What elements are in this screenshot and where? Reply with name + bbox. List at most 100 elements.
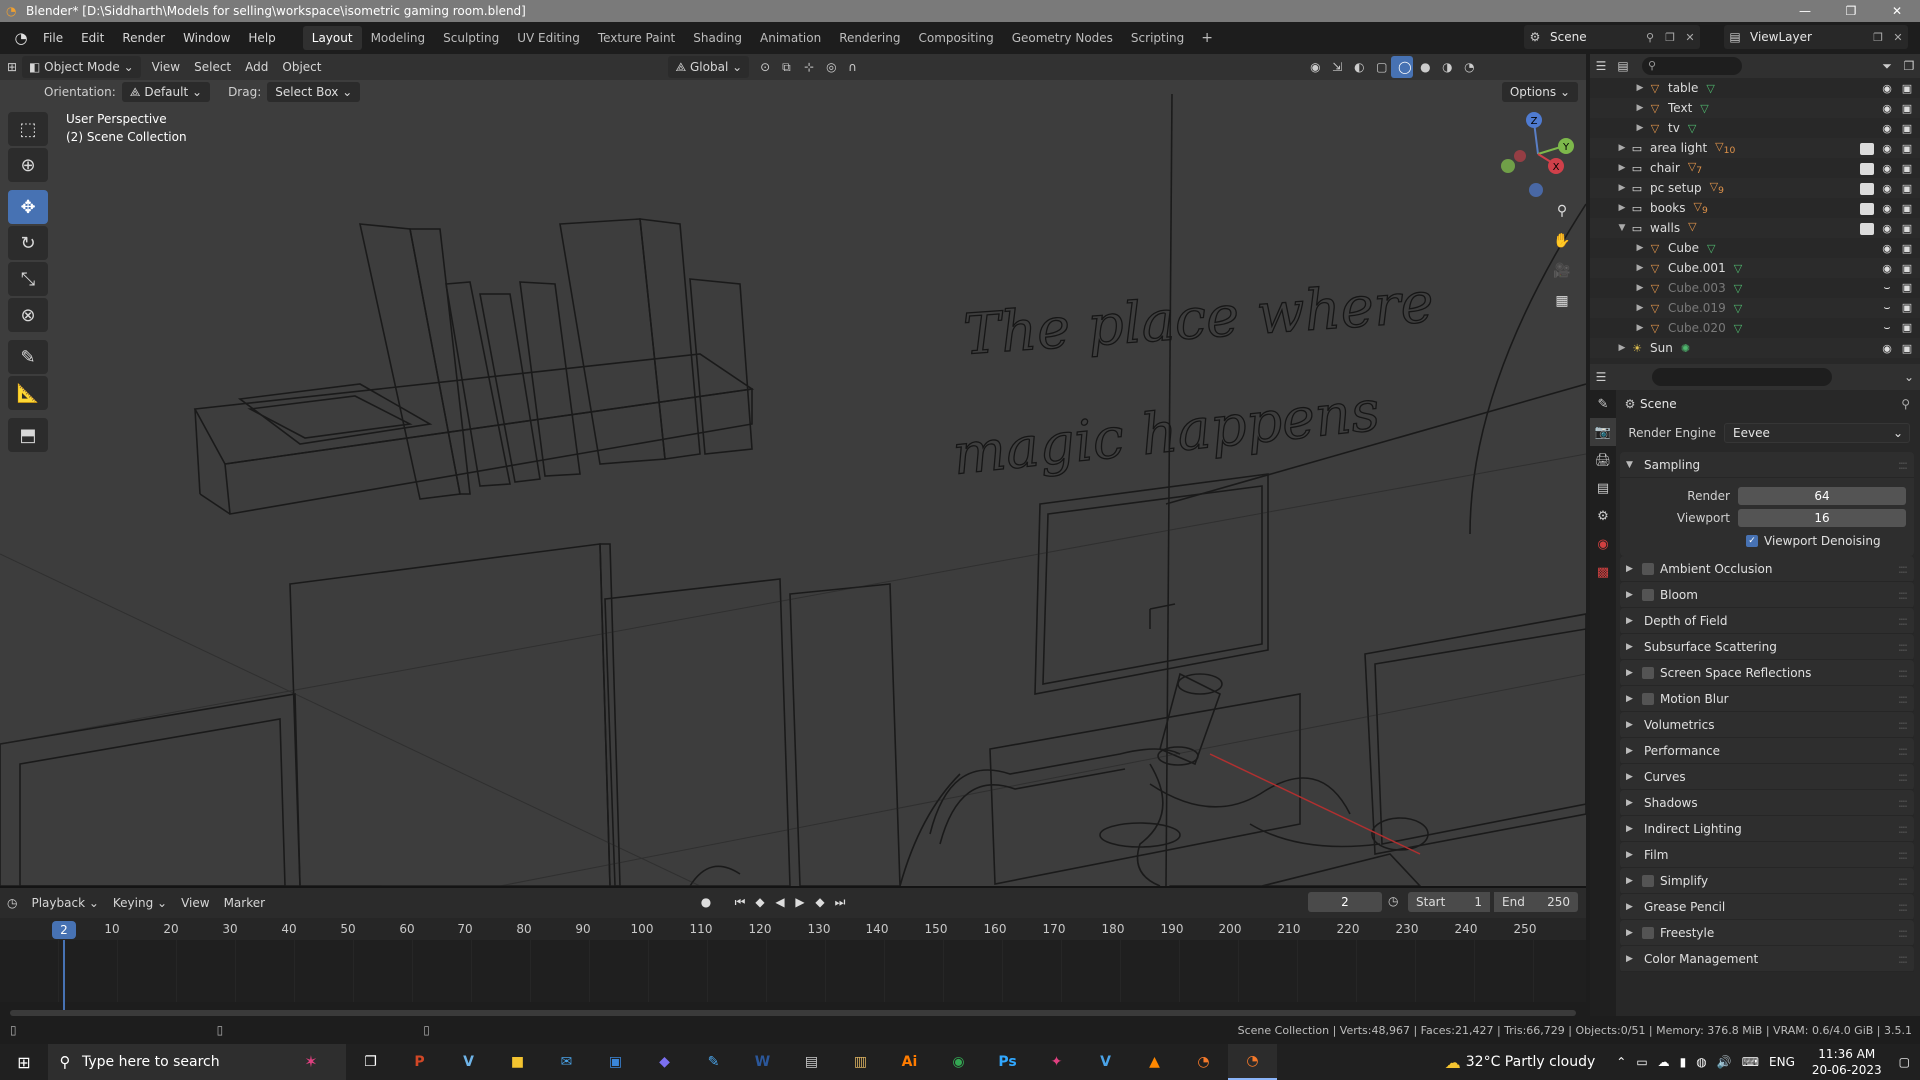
- powerpoint-icon[interactable]: P: [395, 1044, 444, 1080]
- render-tab-icon[interactable]: 📷: [1590, 418, 1616, 446]
- render-camera-icon[interactable]: ▣: [1900, 321, 1914, 335]
- menu-marker[interactable]: Marker: [217, 896, 272, 910]
- tab-geometry-nodes[interactable]: Geometry Nodes: [1003, 26, 1122, 50]
- render-camera-icon[interactable]: ▣: [1900, 142, 1914, 155]
- exclude-checkbox[interactable]: ✓: [1860, 182, 1874, 195]
- expand-arrow-icon[interactable]: ▶: [1634, 243, 1646, 253]
- orientation-dropdown[interactable]: ⟁ Default ⌄: [121, 82, 211, 102]
- properties-options-icon[interactable]: ⌄: [1898, 370, 1920, 384]
- media-icon[interactable]: ◆: [640, 1044, 689, 1080]
- outliner-row-sun[interactable]: ▶ ☀ Sun ✺ ◉ ▣: [1590, 338, 1920, 358]
- delete-viewlayer-icon[interactable]: ✕: [1888, 31, 1908, 44]
- annotate-tool-icon[interactable]: ✎: [8, 340, 48, 374]
- eye-icon[interactable]: ◉: [1880, 202, 1894, 215]
- snap-target-icon[interactable]: ⊹: [797, 56, 819, 78]
- expand-arrow-icon[interactable]: ▶: [1616, 343, 1628, 353]
- expand-arrow-icon[interactable]: ▶: [1634, 123, 1646, 133]
- rendered-shading-icon[interactable]: ◔: [1457, 56, 1479, 78]
- outliner-row-table[interactable]: ▶ ▽ table ▽ ◉ ▣: [1590, 78, 1920, 98]
- render-camera-icon[interactable]: ▣: [1900, 102, 1914, 115]
- panel-header[interactable]: ▶ Simplify::::: [1620, 868, 1914, 894]
- outliner-item-name[interactable]: Cube.020: [1668, 321, 1726, 335]
- battery-icon[interactable]: ▮: [1680, 1055, 1687, 1069]
- expand-arrow-icon[interactable]: ▶: [1634, 83, 1646, 93]
- outliner-row-text[interactable]: ▶ ▽ Text ▽ ◉ ▣: [1590, 98, 1920, 118]
- timeline-track-area[interactable]: [0, 940, 1586, 1002]
- render-camera-icon[interactable]: ▣: [1900, 182, 1914, 195]
- drag-grip-icon[interactable]: ::::: [1898, 848, 1908, 862]
- scene-selector[interactable]: ⚙ Scene ⚲ ❐ ✕: [1524, 25, 1700, 49]
- navigation-gizmo[interactable]: Z Y X: [1498, 108, 1578, 198]
- gizmo-neg-x[interactable]: [1514, 150, 1526, 162]
- outliner-row-cube-001[interactable]: ▶ ▽ Cube.001 ▽ ◉ ▣: [1590, 258, 1920, 278]
- rotate-tool-icon[interactable]: ↻: [8, 226, 48, 260]
- proportional-edit-icon[interactable]: ◎: [819, 56, 841, 78]
- drag-grip-icon[interactable]: ::::: [1898, 640, 1908, 654]
- eye-icon[interactable]: ◉: [1880, 82, 1894, 95]
- measure-tool-icon[interactable]: 📐: [8, 376, 48, 410]
- viewlayer-selector[interactable]: ▤ ViewLayer ❐ ✕: [1724, 25, 1908, 49]
- chevron-up-icon[interactable]: ⌃: [1616, 1055, 1626, 1069]
- eye-icon[interactable]: ◉: [1880, 122, 1894, 135]
- ortho-grid-icon[interactable]: ▦: [1546, 286, 1578, 316]
- current-frame-field[interactable]: 2: [1308, 892, 1382, 912]
- properties-search[interactable]: [1652, 368, 1832, 386]
- select-box-tool-icon[interactable]: ⬚: [8, 112, 48, 146]
- tab-shading[interactable]: Shading: [684, 26, 751, 50]
- panel-header[interactable]: ▶ Ambient Occlusion::::: [1620, 556, 1914, 582]
- start-frame-field[interactable]: Start 1: [1408, 892, 1490, 912]
- drag-grip-icon[interactable]: ::::: [1898, 562, 1908, 576]
- drag-grip-icon[interactable]: ::::: [1898, 900, 1908, 914]
- panel-enable-checkbox[interactable]: [1642, 588, 1654, 601]
- outliner-item-name[interactable]: Cube: [1668, 241, 1699, 255]
- weather-icon[interactable]: ☁: [1445, 1053, 1461, 1072]
- outliner-row-pc-setup[interactable]: ▶ ▭ pc setup ▽9 ✓ ◉ ▣: [1590, 178, 1920, 198]
- render-camera-icon[interactable]: ▣: [1900, 202, 1914, 215]
- tab-texture-paint[interactable]: Texture Paint: [589, 26, 684, 50]
- expand-arrow-icon[interactable]: ▶: [1634, 263, 1646, 273]
- play-reverse-icon[interactable]: ◀: [770, 892, 790, 912]
- pan-hand-icon[interactable]: ✋: [1546, 226, 1578, 256]
- menu-add[interactable]: Add: [238, 56, 275, 78]
- drag-grip-icon[interactable]: ::::: [1898, 588, 1908, 602]
- menu-keying[interactable]: Keying ⌄: [106, 896, 174, 910]
- drag-grip-icon[interactable]: ::::: [1898, 926, 1908, 940]
- play-icon[interactable]: ▶: [790, 892, 810, 912]
- render-camera-icon[interactable]: ▣: [1900, 122, 1914, 135]
- outliner-row-cube-020[interactable]: ▶ ▽ Cube.020 ▽ ⌣ ▣: [1590, 318, 1920, 338]
- outliner-item-name[interactable]: Cube.019: [1668, 301, 1726, 315]
- eye-icon[interactable]: ◉: [1880, 342, 1894, 355]
- gizmo-neg-z[interactable]: [1529, 183, 1543, 197]
- outliner-item-name[interactable]: Cube.003: [1668, 281, 1726, 295]
- exclude-checkbox[interactable]: ✓: [1860, 162, 1874, 175]
- drag-grip-icon[interactable]: ::::: [1898, 458, 1908, 472]
- outliner-row-tv[interactable]: ▶ ▽ tv ▽ ◉ ▣: [1590, 118, 1920, 138]
- search-highlight-icon[interactable]: ✶: [276, 1044, 346, 1080]
- word-icon[interactable]: W: [738, 1044, 787, 1080]
- object-mode-dropdown[interactable]: ◧ Object Mode ⌄: [22, 56, 141, 78]
- panel-header[interactable]: ▶ Subsurface Scattering::::: [1620, 634, 1914, 660]
- render-camera-icon[interactable]: ▣: [1900, 301, 1914, 315]
- viewport-denoising-row[interactable]: ✓ Viewport Denoising: [1620, 530, 1914, 552]
- outliner-item-name[interactable]: chair: [1650, 161, 1680, 175]
- world-tab-icon[interactable]: ◉: [1590, 530, 1616, 558]
- playhead[interactable]: [63, 940, 65, 1010]
- windows-start-icon[interactable]: ⊞: [0, 1053, 48, 1072]
- jump-start-icon[interactable]: ⏮: [730, 892, 750, 912]
- viewlayer-name[interactable]: ViewLayer: [1746, 30, 1868, 44]
- falloff-icon[interactable]: ∩: [841, 56, 863, 78]
- panel-header[interactable]: ▶ Indirect Lighting::::: [1620, 816, 1914, 842]
- panel-header[interactable]: ▶ Screen Space Reflections::::: [1620, 660, 1914, 686]
- outliner-editor-icon[interactable]: ☰: [1590, 59, 1612, 73]
- sampling-panel-header[interactable]: ▼ Sampling ::::: [1620, 452, 1914, 478]
- store-icon[interactable]: ▣: [591, 1044, 640, 1080]
- panel-header[interactable]: ▶ Freestyle::::: [1620, 920, 1914, 946]
- menu-window[interactable]: Window: [174, 25, 239, 51]
- clock[interactable]: 11:36 AM 20-06-2023: [1812, 1046, 1882, 1078]
- menu-help[interactable]: Help: [239, 25, 284, 51]
- tab-modeling[interactable]: Modeling: [362, 26, 435, 50]
- eye-icon[interactable]: ◉: [1880, 142, 1894, 155]
- vectorize-icon[interactable]: V: [444, 1044, 493, 1080]
- xray-icon[interactable]: ▢: [1369, 56, 1391, 78]
- photoshop-icon[interactable]: Ps: [983, 1044, 1032, 1080]
